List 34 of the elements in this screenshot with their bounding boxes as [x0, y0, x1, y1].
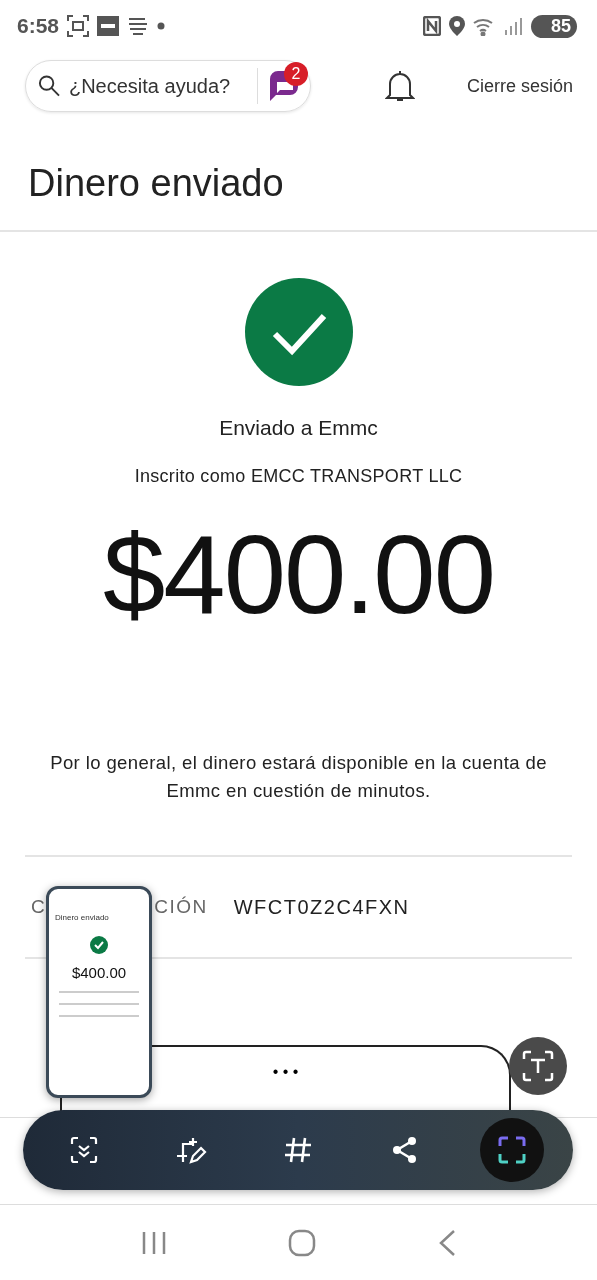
confirmation-label: CIÓN: [154, 896, 208, 918]
location-icon: [448, 16, 465, 36]
back-icon[interactable]: [438, 1228, 457, 1257]
confirmation-code: WFCT0Z2C4FXN: [233, 895, 410, 919]
success-check-icon: [244, 278, 353, 386]
logout-link[interactable]: Cierre sesión: [466, 75, 573, 97]
notification-badge: 2: [284, 62, 308, 86]
availability-note: Por lo general, el dinero estará disponible en la cuenta de Emmc en cuestión de minutos.: [49, 751, 548, 803]
page-title: Dinero enviado: [0, 114, 597, 232]
text-extract-button[interactable]: [509, 1037, 567, 1095]
nfc-icon: [422, 16, 441, 36]
confirmation-label: C: [31, 896, 47, 918]
home-icon[interactable]: [288, 1228, 317, 1257]
share-icon: [390, 1136, 419, 1164]
status-time: 6:58: [17, 14, 60, 38]
preview-check-icon: [90, 936, 108, 954]
scroll-capture-icon: [69, 1135, 100, 1165]
bell-icon[interactable]: [385, 69, 415, 103]
dot-icon: [157, 22, 166, 30]
preview-amount: $400.00: [71, 964, 127, 981]
capture-frame-icon: [497, 1136, 526, 1164]
app-notification-icon: [97, 16, 120, 36]
preview-title: Dinero enviado: [55, 913, 109, 922]
amount: $400.00: [103, 519, 494, 631]
signal-icon: [504, 17, 523, 35]
enrolled-name: Inscrito como EMCC TRANSPORT LLC: [134, 466, 463, 487]
screenshot-notification-icon: [67, 15, 90, 37]
recipient-text: Enviado a Emmc: [219, 416, 378, 440]
recent-apps-icon[interactable]: [140, 1230, 167, 1255]
search-icon: [38, 74, 61, 98]
hashtag-icon: [283, 1135, 313, 1165]
battery-indicator: 85: [530, 14, 577, 38]
text-scan-icon: [522, 1050, 554, 1082]
screenshot-preview-toast[interactable]: Dinero enviado $400.00: [46, 886, 152, 1098]
